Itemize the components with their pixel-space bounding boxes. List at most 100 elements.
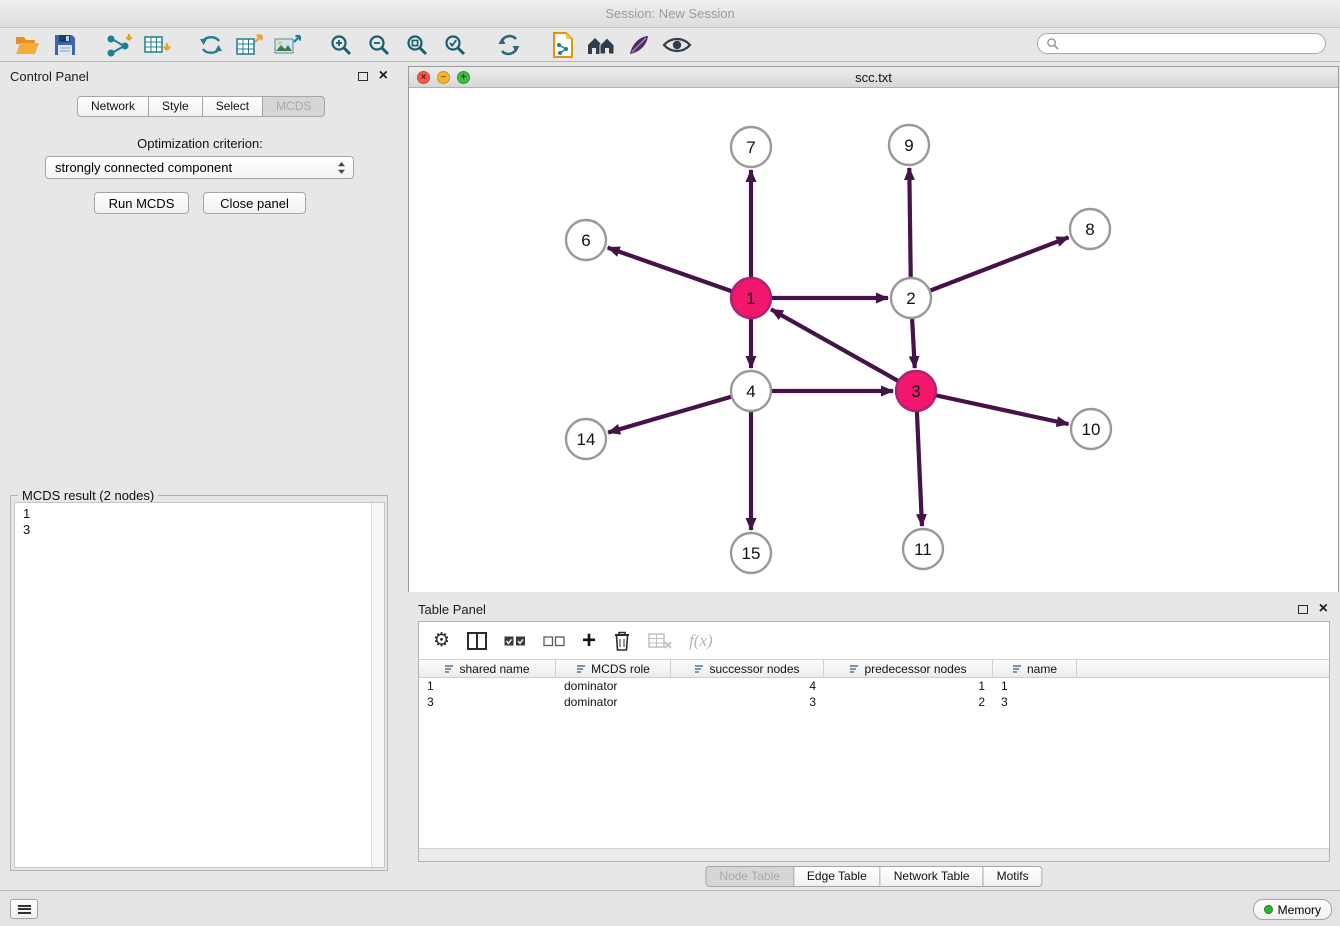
- share-network-button[interactable]: [192, 30, 230, 60]
- float-panel-button[interactable]: [358, 72, 368, 81]
- graph-node[interactable]: 10: [1071, 409, 1111, 449]
- graph-node[interactable]: 3: [896, 371, 936, 411]
- toggle-visibility-button[interactable]: [658, 30, 696, 60]
- gear-icon: ⚙: [433, 631, 450, 650]
- zoom-in-button[interactable]: [322, 30, 360, 60]
- import-table-button[interactable]: [138, 30, 176, 60]
- column-header-mcds-role[interactable]: MCDS role: [556, 660, 671, 677]
- graph-node-label: 1: [746, 289, 755, 308]
- graph-node[interactable]: 7: [731, 127, 771, 167]
- export-table-button[interactable]: [230, 30, 268, 60]
- select-all-columns-button[interactable]: [504, 634, 526, 648]
- network-document-button[interactable]: [544, 30, 582, 60]
- window-title: Session: New Session: [605, 6, 734, 21]
- export-image-button[interactable]: [268, 30, 306, 60]
- zoom-selected-button[interactable]: [436, 30, 474, 60]
- zoom-window-button[interactable]: +: [457, 71, 470, 84]
- show-networks-button[interactable]: [582, 30, 620, 60]
- graph-edge[interactable]: [608, 391, 751, 433]
- column-label: shared name: [459, 662, 529, 676]
- graph-node[interactable]: 1: [731, 278, 771, 318]
- run-mcds-button[interactable]: Run MCDS: [94, 192, 189, 214]
- tab-motifs[interactable]: Motifs: [984, 866, 1043, 887]
- search-input[interactable]: [1064, 37, 1317, 51]
- zoom-out-button[interactable]: [360, 30, 398, 60]
- column-sort-icon: [694, 664, 704, 674]
- save-session-button[interactable]: [46, 30, 84, 60]
- add-column-button[interactable]: +: [582, 631, 596, 651]
- network-canvas[interactable]: 7 9 6 8 1 2 4 3 14 10 15 11: [409, 89, 1338, 592]
- function-builder-button[interactable]: f(x): [689, 631, 713, 651]
- graph-edge[interactable]: [916, 391, 1069, 424]
- import-network-button[interactable]: [100, 30, 138, 60]
- graph-node[interactable]: 8: [1070, 209, 1110, 249]
- delete-column-button[interactable]: [613, 630, 631, 652]
- memory-status-dot: [1264, 905, 1273, 914]
- table-row[interactable]: 1 dominator 4 1 1: [419, 678, 1329, 694]
- graph-node[interactable]: 15: [731, 533, 771, 573]
- tab-edge-table[interactable]: Edge Table: [794, 866, 881, 887]
- graph-edge[interactable]: [608, 248, 751, 298]
- graph-node-label: 2: [906, 289, 915, 308]
- float-table-panel-button[interactable]: [1298, 605, 1308, 614]
- status-bar: Memory: [0, 890, 1340, 926]
- apply-layout-button[interactable]: [490, 30, 528, 60]
- criterion-dropdown-value: strongly connected component: [55, 160, 232, 175]
- network-view-window: × − + scc.txt 7 9 6 8 1 2 4 3 14 10 15 11: [408, 66, 1339, 592]
- mcds-result-list[interactable]: 1 3: [14, 502, 385, 868]
- graph-node-label: 8: [1085, 220, 1094, 239]
- tab-network[interactable]: Network: [77, 96, 149, 117]
- graph-node[interactable]: 6: [566, 220, 606, 260]
- cell-name: 3: [993, 694, 1077, 710]
- tab-mcds[interactable]: MCDS: [263, 96, 325, 117]
- result-scrollbar[interactable]: [371, 503, 384, 867]
- graph-node[interactable]: 2: [891, 278, 931, 318]
- minimize-window-button[interactable]: −: [437, 71, 450, 84]
- table-row[interactable]: 3 dominator 3 2 3: [419, 694, 1329, 710]
- tab-network-table[interactable]: Network Table: [881, 866, 984, 887]
- delete-table-button[interactable]: [648, 632, 672, 650]
- memory-button[interactable]: Memory: [1253, 899, 1332, 920]
- table-panel-title: Table Panel: [418, 602, 486, 617]
- open-session-button[interactable]: [8, 30, 46, 60]
- table-settings-button[interactable]: ⚙: [433, 631, 450, 650]
- column-header-shared-name[interactable]: shared name: [419, 660, 556, 677]
- circular-arrows-icon: [198, 33, 224, 57]
- export-table-icon: [235, 33, 263, 57]
- zoom-selected-icon: [443, 33, 467, 57]
- table-toolbar: ⚙: [419, 622, 1329, 659]
- graph-edge[interactable]: [771, 309, 916, 391]
- column-header-successor-nodes[interactable]: successor nodes: [671, 660, 824, 677]
- table-horizontal-scrollbar[interactable]: [419, 848, 1329, 861]
- tab-select[interactable]: Select: [203, 96, 263, 117]
- panel-menu-button[interactable]: [10, 899, 38, 919]
- style-paint-button[interactable]: [620, 30, 658, 60]
- network-window-titlebar[interactable]: × − + scc.txt: [409, 67, 1338, 88]
- close-window-button[interactable]: ×: [417, 71, 430, 84]
- graph-node[interactable]: 11: [903, 529, 943, 569]
- close-panel-button[interactable]: ×: [379, 70, 388, 82]
- criterion-dropdown[interactable]: strongly connected component: [45, 156, 354, 179]
- tab-node-table[interactable]: Node Table: [705, 866, 794, 887]
- graph-node[interactable]: 9: [889, 125, 929, 165]
- graph-node[interactable]: 4: [731, 371, 771, 411]
- zoom-fit-icon: [405, 33, 429, 57]
- show-columns-button[interactable]: [467, 632, 487, 650]
- graph-node[interactable]: 14: [566, 419, 606, 459]
- delete-table-icon: [648, 632, 672, 650]
- table-panel: Table Panel × ⚙: [408, 596, 1340, 890]
- node-table-widget: ⚙: [418, 621, 1330, 862]
- unselect-all-columns-button[interactable]: [543, 634, 565, 648]
- tab-style[interactable]: Style: [149, 96, 203, 117]
- close-panel-action-button[interactable]: Close panel: [203, 192, 306, 214]
- folder-open-icon: [14, 35, 40, 56]
- graph-edge[interactable]: [911, 237, 1069, 298]
- control-panel-tabs: Network Style Select MCDS: [77, 96, 325, 117]
- column-sort-icon: [576, 664, 586, 674]
- close-table-panel-button[interactable]: ×: [1319, 603, 1328, 615]
- column-header-name[interactable]: name: [993, 660, 1077, 677]
- column-header-predecessor-nodes[interactable]: predecessor nodes: [824, 660, 993, 677]
- unchecked-boxes-icon: [543, 634, 565, 648]
- table-header-row: shared name MCDS role successor nodes pr…: [419, 659, 1329, 678]
- zoom-fit-button[interactable]: [398, 30, 436, 60]
